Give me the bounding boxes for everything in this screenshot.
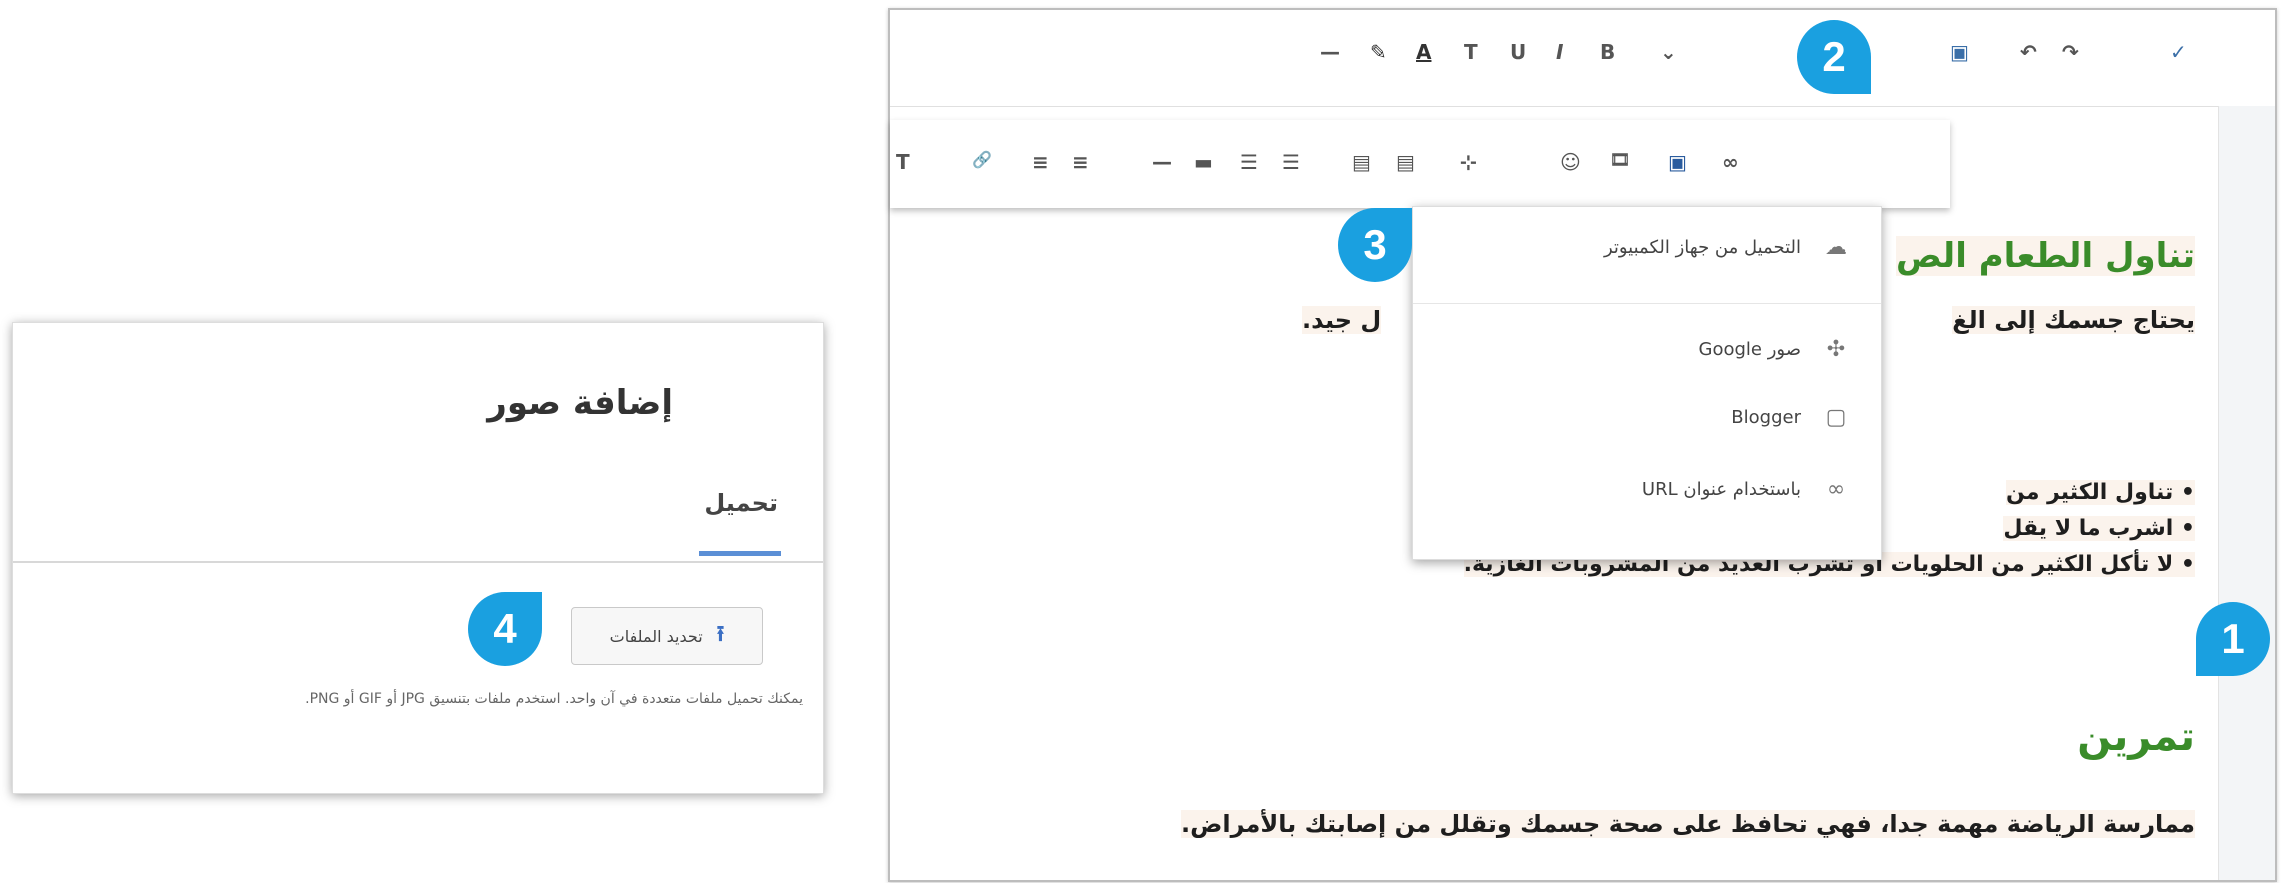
- blogger-square-icon: ▢: [1825, 404, 1847, 430]
- menu-item-upload-from-computer[interactable]: ☁ التحميل من جهاز الكمبيوتر: [1604, 234, 1851, 260]
- undo-icon[interactable]: ↶: [2020, 40, 2037, 64]
- align-left-icon[interactable]: ▤: [1396, 150, 1415, 174]
- more-format-icon[interactable]: ⊹: [1460, 150, 1477, 174]
- pen-icon[interactable]: ✎: [1370, 40, 1387, 64]
- insert-link-icon[interactable]: ∞: [1722, 150, 1739, 174]
- post-editor: — ✎ A T U I B ⌄ ▣ ↶ ↷ ✓ T 🔗 ≡ ≡ — ▬ ☰ ☰ …: [888, 8, 2277, 882]
- toolbar-row-2: T 🔗 ≡ ≡ — ▬ ☰ ☰ ▤ ▤ ⊹ ☺ 🎞 ▣ ∞: [890, 120, 1950, 208]
- callout-3: 3: [1338, 208, 1412, 282]
- paragraph-1-left: ل جيد.: [1302, 306, 1382, 334]
- tab-upload-underline: [699, 551, 781, 556]
- insert-image-menu: ☁ التحميل من جهاز الكمبيوتر ✣ صور Google…: [1412, 206, 1882, 560]
- paragraph-exercise: ممارسة الرياضة مهمة جدا، فهي تحافظ على ص…: [1180, 810, 2195, 838]
- format-icon[interactable]: ▣: [1950, 40, 1969, 64]
- link-icon: ∞: [1826, 476, 1846, 502]
- dialog-title: إضافة صور: [487, 383, 673, 423]
- redo-icon[interactable]: ↷: [2062, 40, 2079, 64]
- check-icon[interactable]: ✓: [2170, 40, 2187, 64]
- menu-item-google-photos[interactable]: ✣ صور Google: [1699, 336, 1851, 362]
- menu-divider: [1413, 303, 1881, 304]
- heading-healthy-eating: تناول الطعام الص: [1896, 236, 2195, 276]
- heading-exercise: تمرين: [2077, 714, 2195, 760]
- insert-image-icon[interactable]: ▣: [1668, 150, 1687, 174]
- rtl-icon[interactable]: ≡: [1032, 150, 1049, 174]
- bulleted-list-icon[interactable]: ☰: [1282, 150, 1300, 174]
- bullet-1: • تناول الكثير من: [2006, 480, 2195, 505]
- ltr-icon[interactable]: ≡: [1072, 150, 1089, 174]
- video-icon[interactable]: 🎞: [1610, 150, 1630, 169]
- callout-1: 1: [2196, 602, 2270, 676]
- translate-icon[interactable]: 🔗: [972, 150, 992, 169]
- tab-upload[interactable]: تحميل: [704, 489, 778, 517]
- editor-scroll-gutter[interactable]: [2218, 106, 2275, 880]
- align-right-icon[interactable]: ▤: [1352, 150, 1371, 174]
- bullet-2: • اشرب ما لا يقل: [2003, 516, 2195, 541]
- upload-arrow-icon: ⭱: [716, 622, 725, 647]
- bold-icon[interactable]: B: [1600, 40, 1615, 64]
- clear-format-icon[interactable]: T: [896, 150, 910, 174]
- underline-icon[interactable]: U: [1510, 40, 1526, 64]
- dropdown-arrow-icon[interactable]: ⌄: [1660, 40, 1677, 64]
- choose-files-label: تحديد الملفات: [609, 626, 703, 646]
- numbered-list-icon[interactable]: ☰: [1240, 150, 1258, 174]
- callout-4: 4: [468, 592, 542, 666]
- dialog-divider: [13, 561, 823, 563]
- callout-2: 2: [1797, 20, 1871, 94]
- toolbar-row-1: — ✎ A T U I B ⌄ ▣ ↶ ↷ ✓: [890, 10, 2275, 107]
- menu-item-blogger[interactable]: ▢ Blogger: [1731, 404, 1851, 430]
- quote-icon[interactable]: ▬: [1194, 150, 1213, 174]
- upload-hint-text: يمكنك تحميل ملفات متعددة في آن واحد. است…: [305, 691, 803, 707]
- cloud-upload-icon: ☁: [1825, 234, 1847, 260]
- choose-files-button[interactable]: ⭱ تحديد الملفات: [571, 607, 763, 665]
- remove-format-icon[interactable]: —: [1152, 150, 1172, 174]
- strikethrough-icon[interactable]: T: [1464, 40, 1478, 64]
- horizontal-rule-icon[interactable]: —: [1320, 40, 1340, 64]
- photos-pinwheel-icon: ✣: [1826, 336, 1846, 362]
- menu-item-by-url[interactable]: ∞ باستخدام عنوان URL: [1642, 476, 1851, 502]
- paragraph-1-right: يحتاج جسمك إلى الغ: [1952, 306, 2195, 334]
- emoji-icon[interactable]: ☺: [1560, 150, 1581, 174]
- text-color-icon[interactable]: A: [1416, 40, 1431, 64]
- add-images-dialog: إضافة صور تحميل ⭱ تحديد الملفات يمكنك تح…: [12, 322, 824, 794]
- italic-icon[interactable]: I: [1556, 40, 1563, 64]
